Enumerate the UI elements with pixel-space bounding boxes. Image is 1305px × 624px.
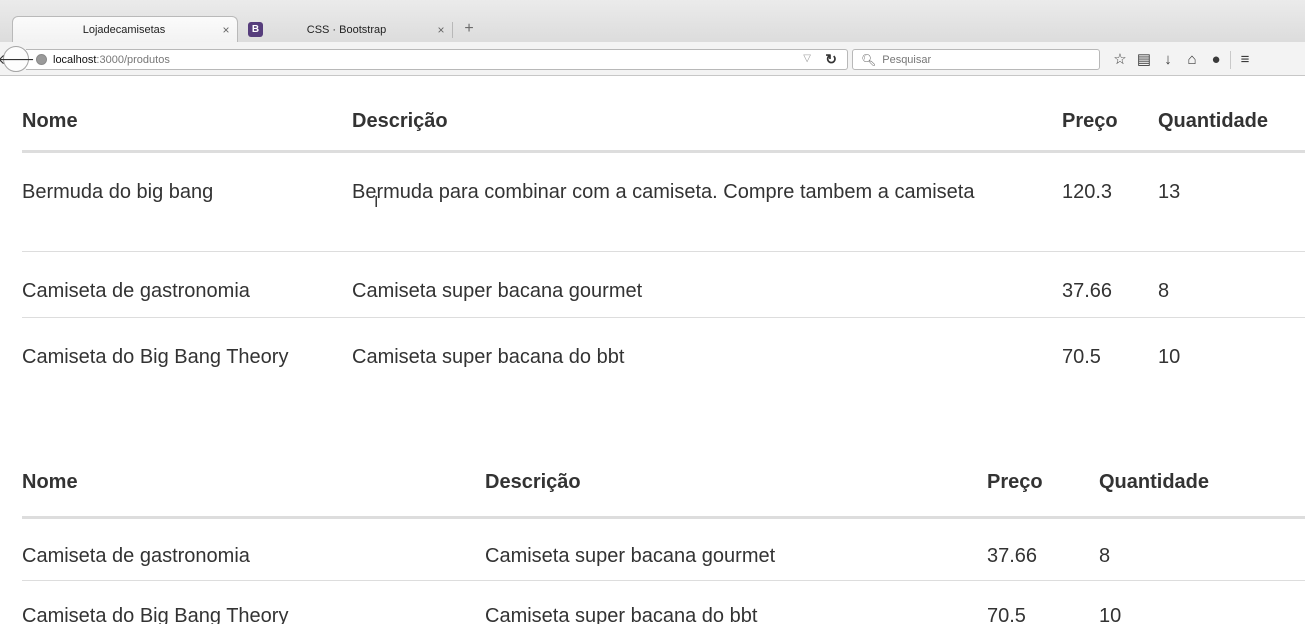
clipboard-icon[interactable]: ▤ <box>1132 49 1156 70</box>
table-row: Camiseta de gastronomia Camiseta super b… <box>22 251 1305 317</box>
cell-nome: Camiseta de gastronomia <box>22 279 250 302</box>
table-row: Bermuda do big bang Bermuda para combina… <box>22 151 1305 251</box>
menu-icon[interactable]: ≡ <box>1233 49 1257 70</box>
cell-descricao: Camiseta super bacana gourmet <box>352 279 643 302</box>
table-row: Camiseta do Big Bang Theory Camiseta sup… <box>22 580 1305 624</box>
header-preco: Preço <box>1062 110 1118 132</box>
cell-nome: Camiseta do Big Bang Theory <box>22 604 289 624</box>
navigation-bar: localhost:3000/produtos ▽ ↻ 🡐 🔍︎ Pesquis… <box>0 42 1305 76</box>
header-descricao: Descrição <box>485 471 581 493</box>
tab-lojadecamisetas[interactable]: Lojadecamisetas × <box>12 16 238 43</box>
history-dropdown-icon[interactable]: ▽ <box>803 53 811 64</box>
cell-descricao: Camiseta super bacana gourmet <box>485 544 776 567</box>
cell-quantidade: 8 <box>1158 279 1170 302</box>
table-row: Camiseta de gastronomia Camiseta super b… <box>22 517 1305 580</box>
toolbar-divider <box>1230 50 1231 69</box>
toolbar-icons: ☆ ▤ ↓ ⌂ ● ≡ <box>1108 49 1257 70</box>
cell-quantidade: 10 <box>1099 604 1122 624</box>
tab-close-icon[interactable]: × <box>430 23 452 37</box>
download-icon[interactable]: ↓ <box>1156 49 1180 70</box>
cell-preco: 37.66 <box>1062 279 1113 302</box>
cell-quantidade: 13 <box>1158 180 1181 203</box>
site-identity-icon[interactable] <box>36 54 47 65</box>
url-host: localhost <box>53 53 97 66</box>
products-table-1: Nome Descrição Preço Quantidade Bermuda … <box>22 77 1305 417</box>
cell-nome: Bermuda do big bang <box>22 180 214 203</box>
tab-close-icon[interactable]: × <box>215 23 237 37</box>
products-table-2: Nome Descrição Preço Quantidade Camiseta… <box>22 441 1305 624</box>
header-nome: Nome <box>22 471 78 493</box>
tab-css-bootstrap[interactable]: B CSS · Bootstrap × <box>246 16 452 43</box>
tab-title: Lojadecamisetas <box>82 24 166 36</box>
back-button[interactable]: 🡐 <box>0 46 35 72</box>
cell-preco: 37.66 <box>987 544 1038 567</box>
cell-descricao: Bermuda para combinar com a camiseta. Co… <box>352 180 975 203</box>
address-bar[interactable]: localhost:3000/produtos ▽ ↻ <box>26 49 848 70</box>
cell-descricao: Camiseta super bacana do bbt <box>352 345 625 368</box>
star-icon[interactable]: ☆ <box>1108 49 1132 70</box>
cell-preco: 70.5 <box>1062 345 1101 368</box>
tab-strip: Lojadecamisetas × B CSS · Bootstrap × + <box>0 0 1305 43</box>
header-quantidade: Quantidade <box>1158 110 1269 132</box>
cell-descricao: Camiseta super bacana do bbt <box>485 604 758 624</box>
cell-nome: Camiseta de gastronomia <box>22 544 250 567</box>
tab-divider <box>452 22 453 38</box>
table-header-row: Nome Descrição Preço Quantidade <box>22 77 1305 151</box>
header-preco: Preço <box>987 471 1043 493</box>
text-cursor-icon: I <box>374 194 379 211</box>
url-path: :3000/produtos <box>96 53 170 66</box>
table-header-row: Nome Descrição Preço Quantidade <box>22 441 1305 517</box>
cell-preco: 70.5 <box>987 604 1026 624</box>
search-input[interactable]: 🔍︎ Pesquisar <box>852 49 1100 70</box>
back-arrow-icon: 🡐 <box>0 50 35 67</box>
cell-nome: Camiseta do Big Bang Theory <box>22 345 289 368</box>
header-nome: Nome <box>22 110 78 132</box>
cell-preco: 120.3 <box>1062 180 1113 203</box>
reload-icon[interactable]: ↻ <box>825 51 837 68</box>
new-tab-button[interactable]: + <box>460 19 478 39</box>
header-quantidade: Quantidade <box>1099 471 1210 493</box>
url-text: localhost:3000/produtos <box>53 54 170 66</box>
cell-quantidade: 10 <box>1158 345 1181 368</box>
chat-icon[interactable]: ● <box>1204 49 1228 70</box>
table-row: Camiseta do Big Bang Theory Camiseta sup… <box>22 317 1305 417</box>
bootstrap-favicon-icon: B <box>248 22 263 37</box>
search-icon: 🔍︎ <box>861 52 877 67</box>
home-icon[interactable]: ⌂ <box>1180 49 1204 70</box>
cell-quantidade: 8 <box>1099 544 1111 567</box>
tab-title: CSS · Bootstrap <box>306 23 387 36</box>
search-placeholder: Pesquisar <box>882 53 932 66</box>
header-descricao: Descrição <box>352 110 448 132</box>
